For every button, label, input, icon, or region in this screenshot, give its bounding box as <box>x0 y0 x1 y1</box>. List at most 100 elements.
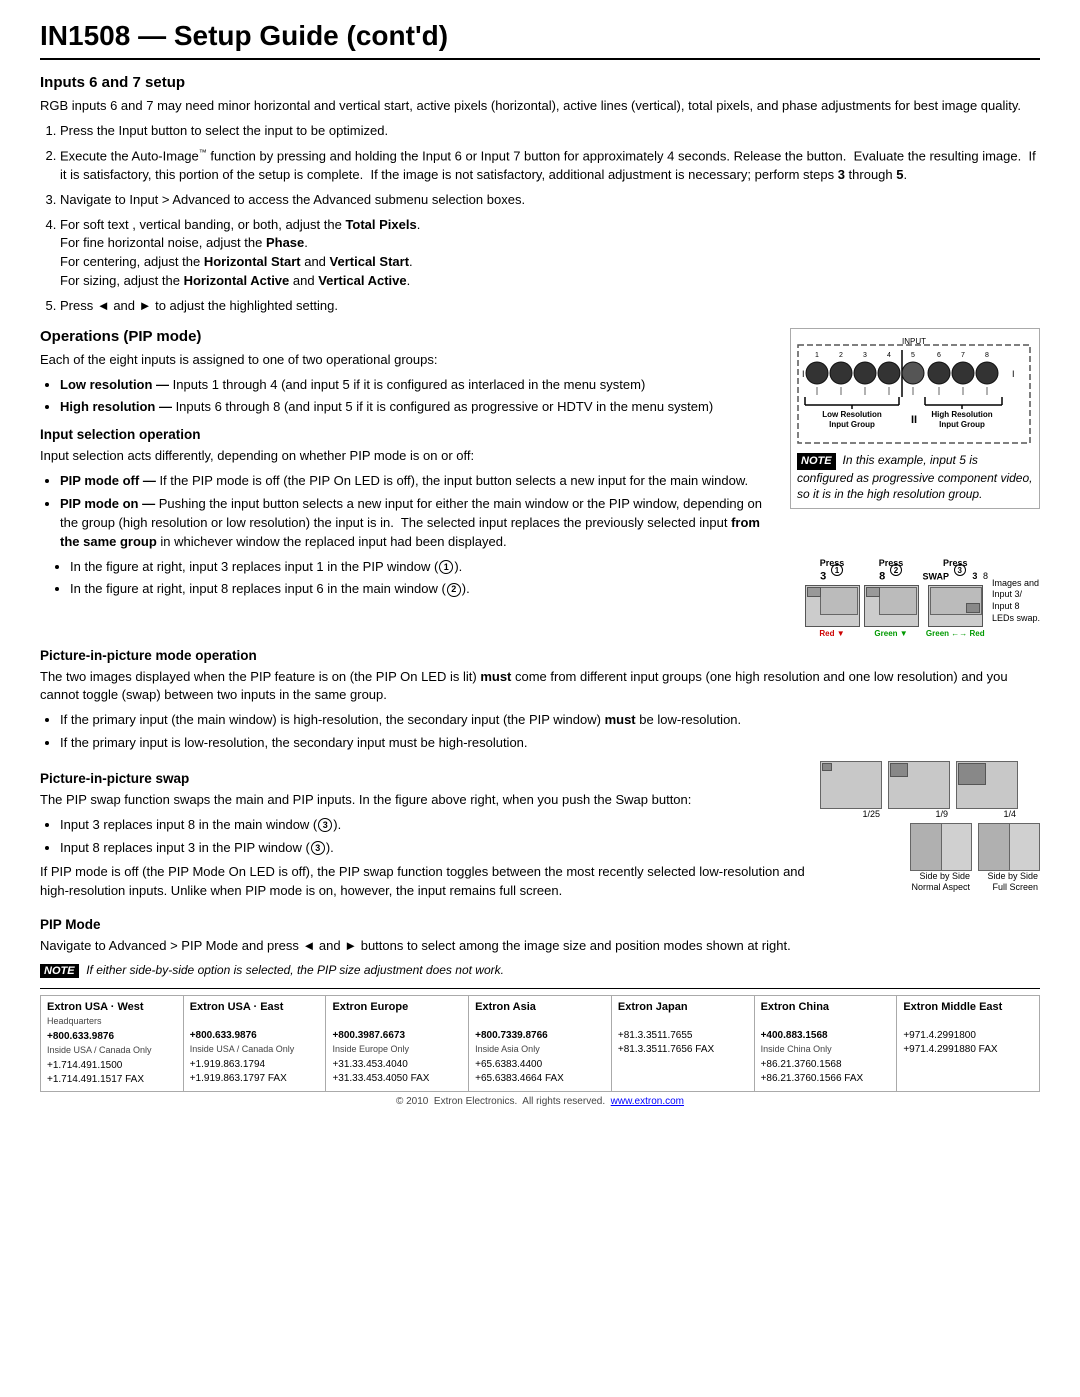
label-sbs-full: Side by SideFull Screen <box>978 871 1038 893</box>
fig1-screen <box>805 585 860 627</box>
input-selection-bullets: PIP mode off — If the PIP mode is off (t… <box>60 472 780 551</box>
fig3-screen <box>928 585 983 627</box>
pip-tiny-1 <box>822 763 832 771</box>
pip-mode-off-bullet: PIP mode off — If the PIP mode is off (t… <box>60 472 780 491</box>
input-selection-sub: In the figure at right, input 3 replaces… <box>40 558 1040 638</box>
svg-text:1: 1 <box>815 352 819 359</box>
svg-text:8: 8 <box>985 352 989 359</box>
fig1-pip <box>807 587 821 597</box>
pip-swap-text2: If PIP mode is off (the PIP Mode On LED … <box>40 863 810 901</box>
pip-mode-operation-section: Picture-in-picture mode operation The tw… <box>40 648 1040 753</box>
screen-1-4-box <box>956 761 1018 809</box>
svg-text:I: I <box>1012 369 1015 379</box>
pip-swap-heading: Picture-in-picture swap <box>40 771 810 786</box>
office-middle-east: Extron Middle East +971.4.2991800 +971.4… <box>897 996 1039 1091</box>
svg-text:High Resolution: High Resolution <box>931 410 992 419</box>
step-3: Navigate to Input > Advanced to access t… <box>60 191 1040 210</box>
footer-copyright: © 2010 Extron Electronics. All rights re… <box>40 1096 1040 1107</box>
pip-swap-bullet-2: Input 8 replaces input 3 in the PIP wind… <box>60 839 810 858</box>
pip-mode-heading: PIP Mode <box>40 917 1040 932</box>
pip-op-bullet-2: If the primary input is low-resolution, … <box>60 734 1040 753</box>
pip-swap-text1: The PIP swap function swaps the main and… <box>40 791 810 810</box>
circle-1: 1 <box>439 560 453 574</box>
office-usa-west: Extron USA · West Headquarters +800.633.… <box>41 996 184 1091</box>
screen-sbs-full-box <box>978 823 1040 871</box>
fig1-main <box>820 587 858 615</box>
footer-offices: Extron USA · West Headquarters +800.633.… <box>40 995 1040 1092</box>
svg-text:7: 7 <box>961 352 965 359</box>
inputs-setup-section: Inputs 6 and 7 setup RGB inputs 6 and 7 … <box>40 74 1040 316</box>
step-5: Press ◄ and ► to adjust the highlighted … <box>60 297 1040 316</box>
ops-bullet-low: Low resolution — Inputs 1 through 4 (and… <box>60 376 780 395</box>
fig2-color: Green ▼ <box>864 629 919 638</box>
page-title: IN1508 — Setup Guide (cont'd) <box>40 20 1040 60</box>
inputs-setup-steps: Press the Input button to select the inp… <box>60 122 1040 316</box>
input-selection-figures: Press 3 1 Red ▼ <box>805 558 1040 638</box>
step-2: Execute the Auto-Image™ function by pres… <box>60 147 1040 185</box>
sbs-full-right <box>1010 824 1040 870</box>
fig2-main <box>879 587 917 615</box>
step-1: Press the Input button to select the inp… <box>60 122 1040 141</box>
screen-1-25: 1/25 <box>820 761 882 819</box>
label-sbs-normal: Side by SideNormal Aspect <box>910 871 970 893</box>
fig3-main <box>930 587 982 615</box>
pip-swap-layout: Picture-in-picture swap The PIP swap fun… <box>40 761 1040 907</box>
fig3-circle: 3 <box>954 564 966 576</box>
office-japan: Extron Japan +81.3.3511.7655 +81.3.3511.… <box>612 996 755 1091</box>
office-usa-east: Extron USA · East +800.633.9876 Inside U… <box>184 996 327 1091</box>
svg-text:3: 3 <box>863 352 867 359</box>
svg-text:4: 4 <box>887 352 891 359</box>
screen-layout-diagrams: 1/25 1/9 1/4 <box>820 761 1040 897</box>
swap-circle-3a: 3 <box>318 818 332 832</box>
svg-text:2: 2 <box>839 352 843 359</box>
fig1-color: Red ▼ <box>805 629 860 638</box>
svg-text:Input Group: Input Group <box>939 420 985 429</box>
fig3-sidenote: Images andInput 3/Input 8LEDs swap. <box>992 558 1040 625</box>
fig3-color: Green ←→ Red <box>923 629 988 638</box>
screen-row-1: 1/25 1/9 1/4 <box>820 761 1040 819</box>
screen-row-2: Side by SideNormal Aspect Side by SideFu… <box>820 823 1040 893</box>
svg-text:II: II <box>911 414 917 426</box>
input-diagram-svg: INPUT 1 2 3 4 5 6 7 8 <box>797 335 1031 445</box>
fig1-circle: 1 <box>831 564 843 576</box>
fig3-pip <box>966 603 980 613</box>
sub-bullet-1: In the figure at right, input 3 replaces… <box>70 558 795 577</box>
circle-2: 2 <box>447 583 461 597</box>
footer: Extron USA · West Headquarters +800.633.… <box>40 988 1040 1107</box>
fig1-num: 3 1 <box>820 568 844 583</box>
screen-sbs-normal-box <box>910 823 972 871</box>
operations-pip-section: Operations (PIP mode) INPUT 1 2 3 4 5 6 … <box>40 328 1040 638</box>
screen-sbs-normal: Side by SideNormal Aspect <box>910 823 972 893</box>
footer-website-link[interactable]: www.extron.com <box>611 1096 684 1107</box>
pip-mode-note: NOTE If either side-by-side option is se… <box>40 962 1040 978</box>
pip-mode-text: Navigate to Advanced > PIP Mode and pres… <box>40 937 1040 956</box>
input-selection-sub-bullets: In the figure at right, input 3 replaces… <box>40 558 795 606</box>
screen-1-9: 1/9 <box>888 761 950 819</box>
pip-swap-bullet-1: Input 3 replaces input 8 in the main win… <box>60 816 810 835</box>
label-1-25: 1/25 <box>820 809 880 819</box>
operations-pip-content: Each of the eight inputs is assigned to … <box>40 351 780 552</box>
screen-sbs-full: Side by SideFull Screen <box>978 823 1040 893</box>
pip-swap-bullets: Input 3 replaces input 8 in the main win… <box>60 816 810 858</box>
office-europe: Extron Europe +800.3987.6673 Inside Euro… <box>326 996 469 1091</box>
step-4: For soft text , vertical banding, or bot… <box>60 216 1040 291</box>
page-container: IN1508 — Setup Guide (cont'd) Inputs 6 a… <box>0 0 1080 1117</box>
fig2-circle: 2 <box>890 564 902 576</box>
fig2-pip <box>866 587 880 597</box>
screen-1-4: 1/4 <box>956 761 1018 819</box>
pip-swap-section: Picture-in-picture swap The PIP swap fun… <box>40 761 810 907</box>
ops-pip-bullets: Low resolution — Inputs 1 through 4 (and… <box>60 376 780 418</box>
inputs-setup-heading: Inputs 6 and 7 setup <box>40 74 1040 91</box>
pip-med-1 <box>958 763 986 785</box>
ops-pip-intro: Each of the eight inputs is assigned to … <box>40 351 780 370</box>
sub-bullet-2: In the figure at right, input 8 replaces… <box>70 580 795 599</box>
fig-2: Press 8 2 Green ▼ <box>864 558 919 638</box>
sbs-right <box>942 824 972 870</box>
sbs-left <box>911 824 942 870</box>
svg-text:I: I <box>802 369 805 379</box>
input-group-diagram: INPUT 1 2 3 4 5 6 7 8 <box>790 328 1040 509</box>
inputs-setup-intro: RGB inputs 6 and 7 may need minor horizo… <box>40 97 1040 116</box>
pip-mode-section: PIP Mode Navigate to Advanced > PIP Mode… <box>40 917 1040 978</box>
svg-text:INPUT: INPUT <box>902 337 926 346</box>
pip-mode-op-bullets: If the primary input (the main window) i… <box>60 711 1040 753</box>
